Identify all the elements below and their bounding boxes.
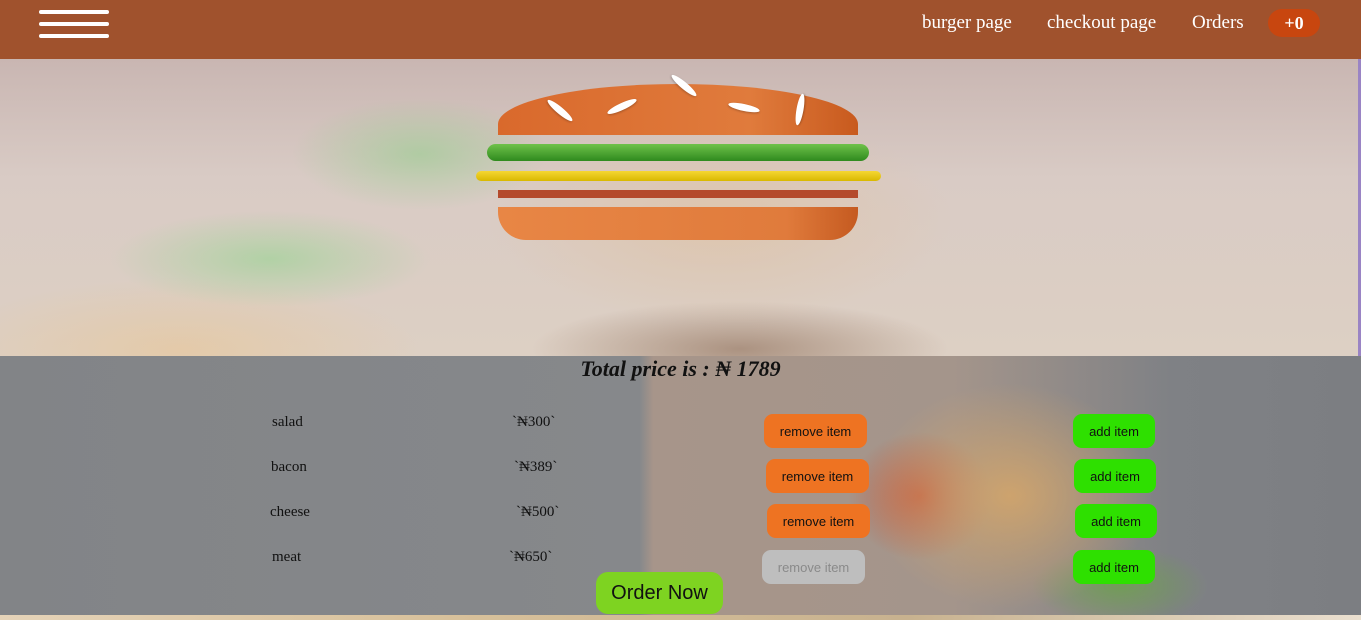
add-bacon-button[interactable]: add item xyxy=(1074,459,1156,493)
order-now-button[interactable]: Order Now xyxy=(596,572,723,614)
add-meat-button[interactable]: add item xyxy=(1073,550,1155,584)
ingredient-price-bacon: `₦389` xyxy=(514,459,558,475)
bun-bottom xyxy=(498,207,858,240)
ingredient-label-cheese: cheese xyxy=(270,504,310,520)
nav-link-orders[interactable]: Orders xyxy=(1192,12,1244,34)
add-salad-button[interactable]: add item xyxy=(1073,414,1155,448)
total-price: Total price is : ₦ 1789 xyxy=(580,356,781,381)
add-cheese-button[interactable]: add item xyxy=(1075,504,1157,538)
sesame-seed xyxy=(727,100,761,115)
remove-bacon-button[interactable]: remove item xyxy=(766,459,869,493)
remove-cheese-button[interactable]: remove item xyxy=(767,504,870,538)
burger-illustration xyxy=(476,72,882,249)
sesame-seed xyxy=(545,97,575,124)
ingredient-label-salad: salad xyxy=(272,414,303,430)
menu-icon-bar xyxy=(39,34,109,38)
salad-layer xyxy=(487,144,869,161)
sesame-seed xyxy=(606,96,638,117)
nav-link-burger-page[interactable]: burger page xyxy=(922,12,1012,34)
build-controls: Total price is : ₦ 1789 salad `₦300` rem… xyxy=(0,356,1361,615)
cart-count-badge[interactable]: +0 xyxy=(1268,9,1320,37)
ingredient-label-meat: meat xyxy=(272,549,302,565)
remove-salad-button[interactable]: remove item xyxy=(764,414,867,448)
cheese-layer xyxy=(476,171,881,181)
ingredient-price-cheese: `₦500` xyxy=(516,504,560,520)
burger-preview-section xyxy=(0,59,1361,356)
ingredient-label-bacon: bacon xyxy=(271,459,307,475)
ingredient-price-salad: `₦300` xyxy=(512,414,556,430)
bun-top xyxy=(498,72,858,135)
meat-layer xyxy=(498,190,858,198)
ingredient-price-meat: `₦650` xyxy=(509,549,553,565)
next-section-edge xyxy=(0,615,1361,620)
remove-meat-button[interactable]: remove item xyxy=(762,550,865,584)
sesame-seed xyxy=(793,93,807,126)
navbar: burger page checkout page Orders +0 xyxy=(0,0,1361,59)
menu-icon-bar xyxy=(39,22,109,26)
sesame-seed xyxy=(669,72,699,99)
nav-link-checkout-page[interactable]: checkout page xyxy=(1047,12,1156,34)
menu-icon[interactable] xyxy=(39,10,109,40)
menu-icon-bar xyxy=(39,10,109,14)
